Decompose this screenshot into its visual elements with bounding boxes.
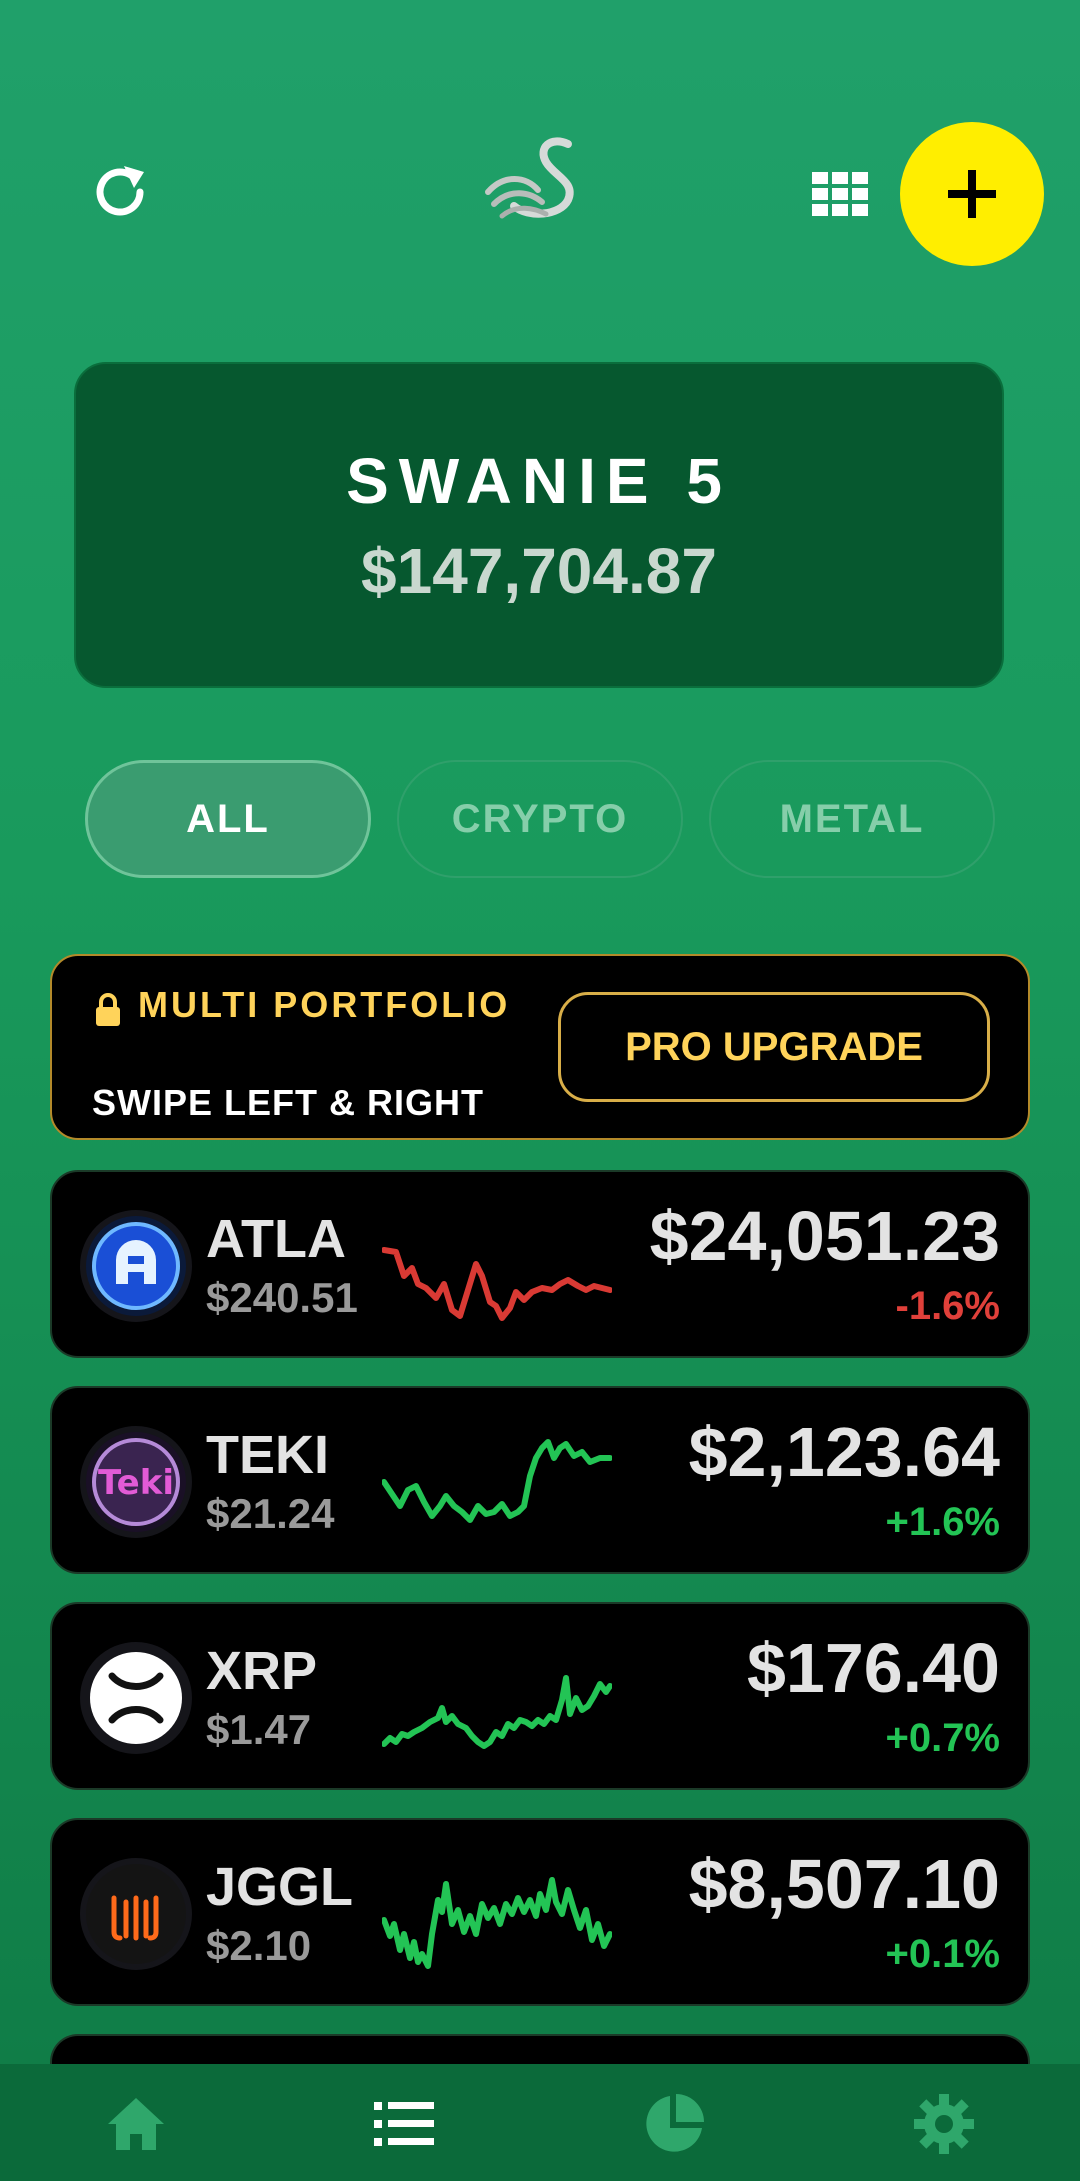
asset-symbol: ATLA bbox=[206, 1209, 346, 1269]
promo-subtitle: SWIPE LEFT & RIGHT bbox=[92, 1082, 484, 1123]
asset-change: +1.6% bbox=[885, 1500, 1000, 1544]
asset-symbol: XRP bbox=[206, 1641, 318, 1701]
asset-sparkline bbox=[382, 1247, 612, 1321]
gear-icon[interactable] bbox=[912, 2092, 976, 2156]
asset-value: $176.40 bbox=[746, 1629, 1000, 1707]
tab-crypto-label: CRYPTO bbox=[451, 796, 629, 841]
svg-text:Teki: Teki bbox=[98, 1463, 174, 1503]
asset-value: $2,123.64 bbox=[688, 1413, 1000, 1491]
list-icon[interactable] bbox=[372, 2092, 436, 2156]
asset-row-xrp[interactable]: XRP $1.47 $176.40 +0.7% bbox=[50, 1602, 1030, 1790]
home-icon[interactable] bbox=[104, 2092, 168, 2156]
asset-change: -1.6% bbox=[895, 1284, 1001, 1328]
grid-icon[interactable] bbox=[812, 172, 868, 216]
asset-price: $2.10 bbox=[206, 1922, 312, 1969]
add-button[interactable] bbox=[900, 122, 1044, 266]
tab-all[interactable]: ALL bbox=[85, 760, 371, 878]
atla-coin-icon bbox=[80, 1210, 192, 1322]
asset-value: $24,051.23 bbox=[649, 1197, 1000, 1275]
multi-portfolio-banner: MULTI PORTFOLIO SWIPE LEFT & RIGHT PRO U… bbox=[50, 954, 1030, 1140]
tab-all-label: ALL bbox=[186, 796, 270, 841]
asset-row-jggl[interactable]: JGGL $2.10 $8,507.10 +0.1% bbox=[50, 1818, 1030, 2006]
refresh-icon[interactable] bbox=[88, 160, 152, 224]
pie-chart-icon[interactable] bbox=[642, 2092, 706, 2156]
teki-coin-icon: Teki bbox=[80, 1426, 192, 1538]
asset-row-atla[interactable]: ATLA $240.51 $24,051.23 -1.6% bbox=[50, 1170, 1030, 1358]
tab-metal[interactable]: METAL bbox=[709, 760, 995, 878]
asset-value: $8,507.10 bbox=[688, 1845, 1000, 1923]
swan-logo bbox=[480, 130, 600, 230]
promo-title: MULTI PORTFOLIO bbox=[138, 984, 511, 1025]
asset-sparkline bbox=[382, 1877, 612, 1969]
asset-price: $1.47 bbox=[206, 1706, 312, 1753]
pro-upgrade-button[interactable]: PRO UPGRADE bbox=[558, 992, 990, 1102]
xrp-coin-icon bbox=[80, 1642, 192, 1754]
lock-icon bbox=[94, 992, 122, 1028]
tab-crypto[interactable]: CRYPTO bbox=[397, 760, 683, 878]
asset-row-teki[interactable]: Teki TEKI $21.24 $2,123.64 +1.6% bbox=[50, 1386, 1030, 1574]
asset-sparkline bbox=[382, 1675, 612, 1749]
asset-change: +0.7% bbox=[885, 1716, 1000, 1760]
asset-price: $240.51 bbox=[206, 1274, 358, 1321]
portfolio-card[interactable]: SWANIE 5 $147,704.87 bbox=[74, 362, 1004, 688]
asset-symbol: JGGL bbox=[206, 1857, 354, 1917]
portfolio-name: SWANIE 5 bbox=[346, 445, 732, 517]
tab-metal-label: METAL bbox=[779, 796, 925, 841]
bottom-nav bbox=[0, 2064, 1080, 2181]
portfolio-total: $147,704.87 bbox=[361, 535, 717, 607]
jggl-coin-icon bbox=[80, 1858, 192, 1970]
asset-price: $21.24 bbox=[206, 1490, 335, 1537]
asset-symbol: TEKI bbox=[206, 1425, 330, 1485]
plus-icon bbox=[948, 170, 996, 218]
asset-change: +0.1% bbox=[885, 1932, 1000, 1976]
asset-sparkline bbox=[382, 1439, 612, 1523]
